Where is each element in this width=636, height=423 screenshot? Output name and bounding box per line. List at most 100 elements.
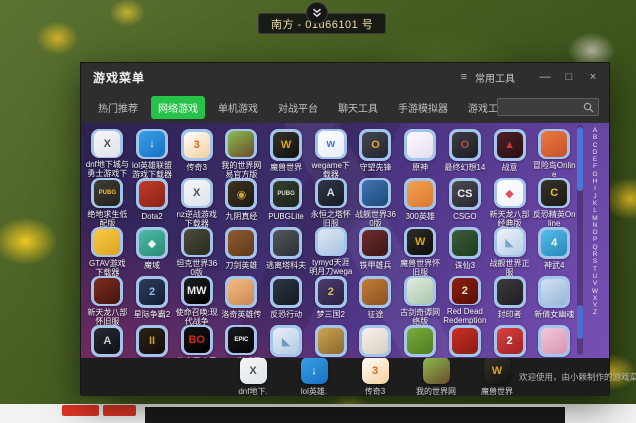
game-item[interactable]: 反恐行动 [264,276,309,325]
letter-item[interactable]: J [593,193,596,200]
tab-item[interactable]: 对战平台 [271,96,325,119]
letter-item[interactable]: T [593,266,597,273]
game-item[interactable]: ◆魔域 [130,227,175,276]
game-item[interactable]: wwegame下载器 [308,129,353,178]
letter-item[interactable]: S [593,258,597,265]
letter-item[interactable]: M [592,215,597,222]
letter-item[interactable]: G [592,171,597,178]
dock-item[interactable]: Xdnf地下. [231,357,275,397]
letter-item[interactable]: Q [592,244,597,251]
game-item[interactable]: 2Red Dead Redemption 2 [443,276,488,325]
hamburger-menu-icon[interactable]: ≡ [461,71,467,83]
game-item[interactable]: 铁甲雄兵 [353,227,398,276]
letter-item[interactable]: L [593,207,597,214]
game-item[interactable]: O守望先锋 [353,129,398,178]
game-item[interactable]: ◣星际战甲 [264,325,309,358]
scrollbar-thumb[interactable] [577,127,583,191]
game-item[interactable]: Xdnf地下城与勇士游戏下载器 [85,129,130,178]
game-item[interactable]: BO使命召唤黑色行动 [174,325,219,358]
game-item[interactable]: 2倩女幽魂2 [487,325,532,358]
game-item[interactable]: ◣战舰世界正服 [487,227,532,276]
game-item[interactable]: 3传奇3 [174,129,219,178]
letter-item[interactable]: K [593,200,597,207]
game-item[interactable]: 诛仙3 [443,227,488,276]
game-item[interactable]: W魔兽世界怀旧服 [398,227,443,276]
letter-item[interactable]: P [593,236,597,243]
game-item[interactable]: MW使命召唤:现代战争 [174,276,219,325]
game-item[interactable]: Dota2 [130,178,175,227]
close-button[interactable]: × [585,71,601,83]
game-item[interactable]: 坦克世界360版 [174,227,219,276]
game-item[interactable]: 刀剑英雄 [219,227,264,276]
game-item[interactable]: W魔兽世界 [264,129,309,178]
taskbar-chip[interactable] [103,405,136,416]
game-item[interactable]: 2星际争霸2 [130,276,175,325]
letter-item[interactable]: R [593,251,598,258]
dock-item[interactable]: 我的世界网 [414,357,458,397]
game-item[interactable]: PUBG绝地求生低配版 [85,178,130,227]
letter-item[interactable]: I [594,185,596,192]
taskbar-chip[interactable] [62,405,99,416]
game-item[interactable]: EPICEpic游戏平台 [219,325,264,358]
letter-item[interactable]: V [593,280,597,287]
letter-item[interactable]: Z [593,309,597,316]
letter-item[interactable]: B [593,134,597,141]
game-item[interactable]: GTAV游戏下载器 [85,227,130,276]
search-box[interactable] [497,98,599,116]
game-item[interactable]: 封印者 [487,276,532,325]
game-item[interactable]: 古剑奇谭网络版 [398,276,443,325]
game-item[interactable]: 300英雄 [398,178,443,227]
letter-item[interactable]: A [593,127,597,134]
collapse-badge[interactable] [306,2,328,24]
game-item[interactable]: 阴阳师 [353,325,398,358]
maximize-button[interactable]: □ [561,71,577,83]
game-item[interactable]: A永恒之塔怀旧服 [308,178,353,227]
game-item[interactable]: O最终幻想14 [443,129,488,178]
tab-item[interactable]: 手游模拟器 [391,96,455,119]
scrollbar[interactable] [577,125,583,355]
game-item[interactable]: 征途 [353,276,398,325]
letter-item[interactable]: W [592,288,598,295]
game-item[interactable]: 洛奇英雄传 [219,276,264,325]
game-item[interactable]: ◉九阴真经 [219,178,264,227]
game-item[interactable]: 龙之谷 [398,325,443,358]
game-item[interactable]: 原神 [398,129,443,178]
game-item[interactable]: CSCSGO [443,178,488,227]
letter-item[interactable]: C [593,142,598,149]
game-item[interactable]: tymyd天涯明月刀wegame版下 [308,227,353,276]
game-item[interactable]: 逃离塔科夫 [264,227,309,276]
letter-item[interactable]: U [593,273,598,280]
tab-item[interactable]: 热门推荐 [91,96,145,119]
game-item[interactable]: 剑网3 [308,325,353,358]
tab-item[interactable]: 单机游戏 [211,96,265,119]
game-item[interactable]: PUBGPUBGLite [264,178,309,227]
search-input[interactable] [502,101,583,114]
letter-item[interactable]: D [593,149,598,156]
game-item[interactable]: C反恐精英Online [532,178,577,227]
letter-item[interactable]: X [593,295,597,302]
letter-item[interactable]: N [593,222,598,229]
game-item[interactable]: Xnz逆战游戏下载器 [174,178,219,227]
letter-item[interactable]: F [593,163,597,170]
game-item[interactable]: 新倩女幽魂 [532,276,577,325]
game-item[interactable]: 我的世界网易官方版 [219,129,264,178]
game-item[interactable]: 战舰世界360版 [353,178,398,227]
game-item[interactable]: QQ炫舞 [532,325,577,358]
game-item[interactable]: A永恒之塔 [85,325,130,358]
dock-item[interactable]: ↓lol英雄. [292,357,336,397]
letter-item[interactable]: Y [593,302,597,309]
game-item[interactable]: 诛仙世界 [443,325,488,358]
letter-item[interactable]: O [592,229,597,236]
game-item[interactable]: 2梦三国2 [308,276,353,325]
dock-item[interactable]: 3传奇3 [353,357,397,397]
game-item[interactable]: II剑侠情缘 [130,325,175,358]
dock-item[interactable]: W魔兽世界 [475,357,519,397]
tab-item[interactable]: 聊天工具 [331,96,385,119]
minimize-button[interactable]: — [537,71,553,83]
game-item[interactable]: 冒险岛Online [532,129,577,178]
game-item[interactable]: ◆新天龙八部经典版 [487,178,532,227]
game-item[interactable]: 新天龙八部怀旧服 [85,276,130,325]
game-item[interactable]: 4神武4 [532,227,577,276]
game-item[interactable]: ▲战意 [487,129,532,178]
game-item[interactable]: ↓lol英雄联盟游戏下载器 [130,129,175,178]
